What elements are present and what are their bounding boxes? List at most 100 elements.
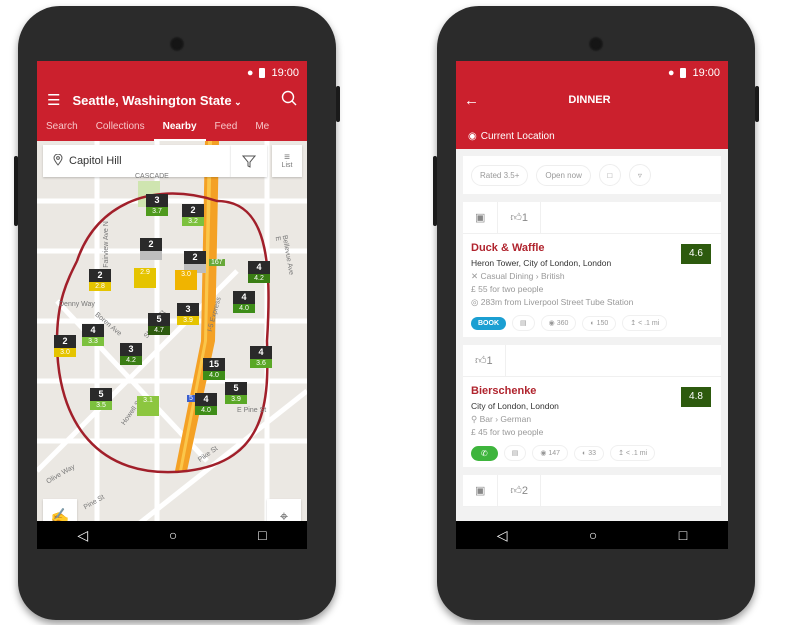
- location-status-icon: ●: [246, 67, 254, 79]
- pin-count: 3: [177, 303, 199, 316]
- book-button[interactable]: BOOK: [471, 316, 506, 330]
- city-selector[interactable]: Seattle, Washington State: [72, 93, 231, 108]
- list-icon: ≡: [284, 152, 290, 163]
- nearby-screen: ● 19:00 ☰ Seattle, Washington State ⌄ Se…: [37, 61, 307, 549]
- android-nav-bar: ◁ ○ □: [456, 521, 728, 549]
- photos-button[interactable]: ◉ 147: [532, 445, 569, 461]
- interstate-shield-icon: 5: [187, 395, 195, 402]
- filter-button[interactable]: [231, 145, 267, 177]
- map-view[interactable]: Capitol Hill ≡ List CASCADE Fairview Ave…: [37, 141, 307, 549]
- restaurant-map-pin[interactable]: 2 3.2: [182, 204, 204, 226]
- location-pin-icon: ◎: [471, 297, 481, 307]
- menu-card-icon: ▤: [520, 320, 527, 327]
- restaurant-map-pin[interactable]: 4 3.3: [82, 324, 104, 346]
- pin-count: 3: [146, 194, 168, 207]
- restaurant-map-pin[interactable]: 2: [140, 238, 162, 260]
- directions-icon: ↥: [630, 320, 639, 327]
- pin-count: 2: [54, 335, 76, 348]
- thumbs-up-icon: 👍︎: [475, 355, 487, 367]
- restaurant-map-pin[interactable]: 3 3.9: [177, 303, 199, 325]
- restaurant-map-pin[interactable]: 2.9: [134, 268, 156, 288]
- reviews-button[interactable]: ◐ 33: [574, 445, 605, 461]
- volume-button: [433, 156, 437, 226]
- restaurant-map-pin[interactable]: 4 4.0: [233, 291, 255, 313]
- restaurant-cuisine: German: [500, 414, 532, 424]
- restaurant-map-pin[interactable]: 3.1: [137, 396, 159, 416]
- tab-nearby[interactable]: Nearby: [153, 115, 206, 141]
- street-label: Fairview Ave N: [102, 221, 110, 268]
- home-nav-icon[interactable]: ○: [589, 527, 597, 543]
- chip-rated[interactable]: Rated 3.5+: [471, 164, 529, 186]
- recents-nav-icon[interactable]: □: [679, 527, 687, 543]
- restaurant-map-pin[interactable]: 2 2.8: [89, 269, 111, 291]
- tab-me[interactable]: Me: [246, 115, 278, 141]
- list-view-button[interactable]: ≡ List: [272, 145, 302, 177]
- restaurant-map-pin[interactable]: 5 3.9: [225, 382, 247, 404]
- restaurant-map-pin[interactable]: 5 3.5: [90, 388, 112, 410]
- recents-nav-icon[interactable]: □: [258, 527, 266, 543]
- pin-rating: 3.5: [90, 401, 112, 410]
- tab-feed[interactable]: Feed: [206, 115, 247, 141]
- restaurant-name[interactable]: Duck & Waffle: [471, 242, 713, 254]
- filter-button[interactable]: ▿: [628, 164, 651, 186]
- pin-count: 4: [233, 291, 255, 304]
- restaurant-map-pin[interactable]: 15 4.0: [203, 358, 225, 380]
- tab-search[interactable]: Search: [37, 115, 87, 141]
- collection-icon[interactable]: ▣: [463, 474, 499, 507]
- restaurant-map-pin[interactable]: 5 4.7: [148, 313, 170, 335]
- restaurant-cost: £ 55 for two people: [471, 284, 544, 294]
- search-icon[interactable]: [281, 90, 297, 111]
- directions-icon: ↥: [618, 450, 626, 457]
- restaurant-card[interactable]: 👍︎ 1 Bierschenke City of London, London ⚲…: [463, 344, 721, 467]
- restaurant-map-pin[interactable]: 4 3.6: [250, 346, 272, 368]
- likes-count: 1: [521, 211, 529, 224]
- restaurant-map-pin[interactable]: 2 3.0: [54, 335, 76, 357]
- distance-value: < .1 mi: [625, 450, 648, 457]
- restaurant-card[interactable]: ▣ 👍︎ 1 Duck & Waffle Heron Tower, City of…: [463, 201, 721, 337]
- pin-count: 2: [89, 269, 111, 282]
- back-arrow-icon[interactable]: ←: [464, 92, 479, 109]
- restaurant-cuisine: British: [540, 271, 565, 281]
- pin-count: 4: [195, 393, 217, 406]
- bookmark-filter-button[interactable]: □: [598, 164, 621, 186]
- chip-open-now[interactable]: Open now: [536, 164, 591, 186]
- home-nav-icon[interactable]: ○: [169, 527, 177, 543]
- restaurant-category: Casual Dining: [480, 271, 534, 281]
- back-nav-icon[interactable]: ◁: [77, 527, 88, 544]
- restaurant-map-pin[interactable]: 4 4.2: [248, 261, 270, 283]
- collection-icon[interactable]: ▣: [463, 201, 499, 234]
- menu-card-icon: ▤: [511, 450, 519, 457]
- restaurant-address: Heron Tower, City of London, London: [471, 258, 612, 268]
- menu-button[interactable]: ▤: [512, 315, 535, 331]
- app-bar: ● 19:00 ← DINNER ◉ Current Location: [456, 61, 728, 149]
- reviews-count: 33: [588, 449, 597, 457]
- pin-rating: 4.2: [248, 274, 270, 283]
- status-time: 19:00: [692, 67, 720, 79]
- pin-rating: 4.0: [195, 406, 217, 415]
- tab-collections[interactable]: Collections: [87, 115, 154, 141]
- photos-button[interactable]: ◉ 360: [540, 315, 577, 331]
- location-selector[interactable]: ◉ Current Location: [456, 115, 728, 142]
- power-button: [755, 86, 759, 122]
- pin-rating: 2.8: [89, 282, 111, 291]
- directions-button[interactable]: ↥ < .1 mi: [622, 315, 668, 331]
- restaurant-name[interactable]: Bierschenke: [471, 385, 713, 397]
- pin-rating: 4.2: [120, 356, 142, 365]
- app-bar: ● 19:00 ☰ Seattle, Washington State ⌄ Se…: [37, 61, 307, 141]
- back-nav-icon[interactable]: ◁: [497, 527, 508, 544]
- call-button[interactable]: ✆: [471, 445, 498, 461]
- restaurant-map-pin[interactable]: 3 4.2: [120, 343, 142, 365]
- phone-right: ● 19:00 ← DINNER ◉ Current Location Rate…: [433, 6, 759, 620]
- restaurant-map-pin[interactable]: 3 3.7: [146, 194, 168, 216]
- restaurant-map-pin[interactable]: 3.0: [175, 270, 197, 290]
- location-pin-icon: [53, 153, 63, 169]
- reviews-button[interactable]: ◐ 150: [582, 315, 617, 331]
- pin-rating: 4.7: [148, 326, 170, 335]
- menu-button[interactable]: ▤: [503, 445, 527, 461]
- chevron-down-icon[interactable]: ⌄: [232, 97, 242, 107]
- street-label: CASCADE: [135, 173, 169, 180]
- directions-button[interactable]: ↥ < .1 mi: [610, 445, 656, 461]
- restaurant-map-pin[interactable]: 4 4.0: [195, 393, 217, 415]
- menu-icon[interactable]: ☰: [47, 91, 60, 109]
- restaurant-card[interactable]: ▣ 👍︎ 2: [463, 474, 721, 507]
